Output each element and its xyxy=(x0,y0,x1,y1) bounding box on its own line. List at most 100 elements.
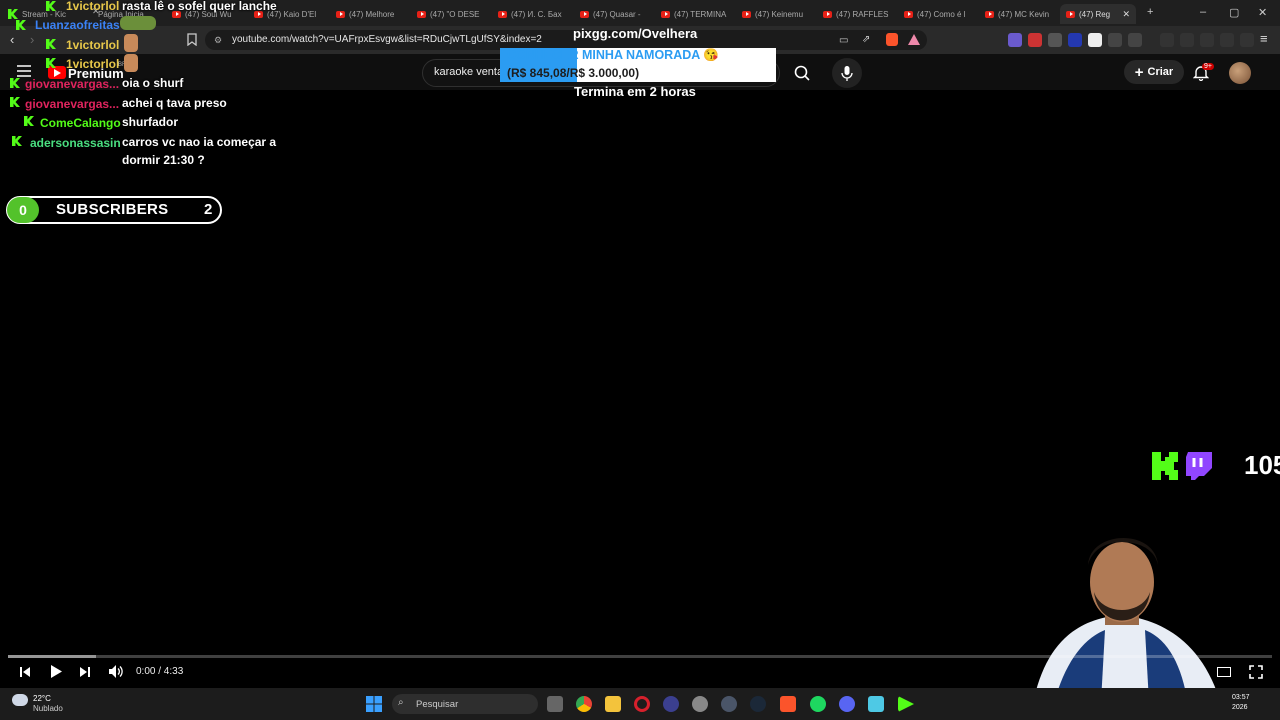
youtube-icon xyxy=(417,10,426,18)
app-icon[interactable] xyxy=(692,696,708,712)
tab-youtube-active[interactable]: (47) Reg ✕ xyxy=(1060,4,1136,24)
menu-icon[interactable]: ≡ xyxy=(1260,31,1268,46)
site-info-icon[interactable]: ⚙ xyxy=(214,35,222,46)
chrome-icon[interactable] xyxy=(576,696,592,712)
close-icon[interactable]: ✕ xyxy=(1122,9,1130,20)
wallet-icon[interactable] xyxy=(1200,33,1214,47)
opera-icon[interactable] xyxy=(634,696,650,712)
kick-badge-icon xyxy=(24,116,34,126)
close-window-icon[interactable]: ✕ xyxy=(1258,6,1267,19)
youtube-icon xyxy=(580,10,589,18)
chat-username: 1victorlol xyxy=(66,0,120,13)
youtube-icon xyxy=(985,10,994,18)
tab-youtube[interactable]: (47) RAFFLES xyxy=(823,4,889,24)
notepad-icon[interactable] xyxy=(868,696,884,712)
avatar[interactable] xyxy=(1229,62,1251,84)
tab-youtube[interactable]: (47) И. С. Бах xyxy=(498,4,564,24)
steam-icon[interactable] xyxy=(750,696,766,712)
bookmark-icon[interactable] xyxy=(187,33,197,51)
task-view-icon[interactable] xyxy=(547,696,563,712)
kick-logo-icon xyxy=(1152,452,1178,485)
weather-temp[interactable]: 22°C xyxy=(33,694,51,703)
taskbar-search[interactable] xyxy=(392,694,538,714)
brave-icon[interactable] xyxy=(780,696,796,712)
kick-badge-icon xyxy=(12,136,22,146)
emote-icon xyxy=(124,34,138,52)
url-text[interactable]: youtube.com/watch?v=UAFrpxEsvgw&list=RDu… xyxy=(232,34,542,45)
chat-message: oia o shurf xyxy=(122,76,184,90)
clock-time[interactable]: 03:57 xyxy=(1232,694,1250,701)
tab-youtube[interactable]: (47) "O DESE xyxy=(417,4,483,24)
maximize-icon[interactable]: ▢ xyxy=(1229,6,1239,19)
tab-youtube[interactable]: (47) Keinemu xyxy=(742,4,808,24)
spotify-icon[interactable] xyxy=(810,696,826,712)
extension-icon[interactable] xyxy=(1128,33,1142,47)
subscriber-label: SUBSCRIBERS xyxy=(56,201,169,218)
fullscreen-icon[interactable] xyxy=(1249,665,1263,684)
voice-search-button[interactable] xyxy=(832,58,862,88)
search-button[interactable] xyxy=(780,59,824,87)
forward-icon[interactable]: › xyxy=(30,32,34,47)
new-tab-icon[interactable]: + xyxy=(1147,6,1153,18)
youtube-icon xyxy=(661,10,670,18)
donation-url: pixgg.com/Ovelhera xyxy=(573,26,698,41)
youtube-icon xyxy=(904,10,913,18)
weather-icon[interactable] xyxy=(12,694,28,706)
chat-username: giovanevargas... xyxy=(25,97,120,111)
previous-icon[interactable] xyxy=(19,665,31,683)
brave-rewards-icon[interactable] xyxy=(908,34,920,45)
next-icon[interactable] xyxy=(79,665,91,683)
weather-desc[interactable]: Nublado xyxy=(33,704,63,713)
extension-icon[interactable] xyxy=(1028,33,1042,47)
twitch-logo-icon xyxy=(1186,452,1212,485)
video-buffer-bar xyxy=(8,655,96,658)
minimize-icon[interactable]: – xyxy=(1200,6,1206,18)
tab-youtube[interactable]: (47) TERMINA xyxy=(661,4,727,24)
chat-message: rasta lê o sofel quer lanche xyxy=(122,0,277,13)
sidebar-icon[interactable] xyxy=(1180,33,1194,47)
media-icon[interactable] xyxy=(1160,33,1174,47)
volume-icon[interactable] xyxy=(109,665,124,683)
kick-badge-icon xyxy=(10,97,20,107)
extension-icon[interactable] xyxy=(1068,33,1082,47)
plus-icon: + xyxy=(1134,63,1144,81)
theater-mode-icon[interactable] xyxy=(1217,667,1231,677)
extensions-puzzle-icon[interactable] xyxy=(1108,33,1122,47)
extension-icon[interactable] xyxy=(1008,33,1022,47)
install-app-icon[interactable]: ▭ xyxy=(839,35,848,46)
discord-icon[interactable] xyxy=(839,696,855,712)
viewer-count: 105 xyxy=(1244,450,1280,480)
youtube-icon xyxy=(1066,10,1075,18)
chat-username: adersonassasin xyxy=(30,136,121,150)
create-button[interactable]: + Criar xyxy=(1124,60,1184,84)
search-query[interactable]: karaoke venta xyxy=(434,66,503,78)
youtube-icon xyxy=(742,10,751,18)
chat-username: ComeCalango xyxy=(40,116,121,130)
app-icon[interactable] xyxy=(663,696,679,712)
tab-youtube[interactable]: (47) Melhore xyxy=(336,4,402,24)
share-icon[interactable]: ⇗ xyxy=(862,34,870,45)
extension-icon[interactable] xyxy=(1088,33,1102,47)
video-progress-bar[interactable] xyxy=(8,655,1272,658)
clock-date[interactable]: 2026 xyxy=(1232,704,1248,711)
video-time: 0:00 / 4:33 xyxy=(136,666,184,677)
windows-start-icon[interactable] xyxy=(366,696,382,717)
file-explorer-icon[interactable] xyxy=(605,696,621,712)
extension-icon[interactable] xyxy=(1048,33,1062,47)
brave-shields-icon[interactable] xyxy=(886,33,898,46)
leo-icon[interactable] xyxy=(1220,33,1234,47)
emote-icon xyxy=(124,54,138,72)
app-icon[interactable] xyxy=(721,696,737,712)
vpn-icon[interactable] xyxy=(1240,33,1254,47)
kick-icon xyxy=(8,9,18,19)
tab-youtube[interactable]: (47) Como é l xyxy=(904,4,970,24)
youtube-icon xyxy=(336,10,345,18)
tab-youtube[interactable]: (47) Quasar - xyxy=(580,4,646,24)
play-triangle-icon xyxy=(54,69,61,77)
search-icon: ⌕ xyxy=(398,697,404,708)
tab-youtube[interactable]: (47) MC Kevin xyxy=(985,4,1051,24)
chat-username: 1victorlol xyxy=(66,38,120,52)
back-icon[interactable]: ‹ xyxy=(10,32,14,47)
taskbar-search-placeholder[interactable]: Pesquisar xyxy=(416,699,458,710)
play-icon[interactable] xyxy=(50,665,62,683)
